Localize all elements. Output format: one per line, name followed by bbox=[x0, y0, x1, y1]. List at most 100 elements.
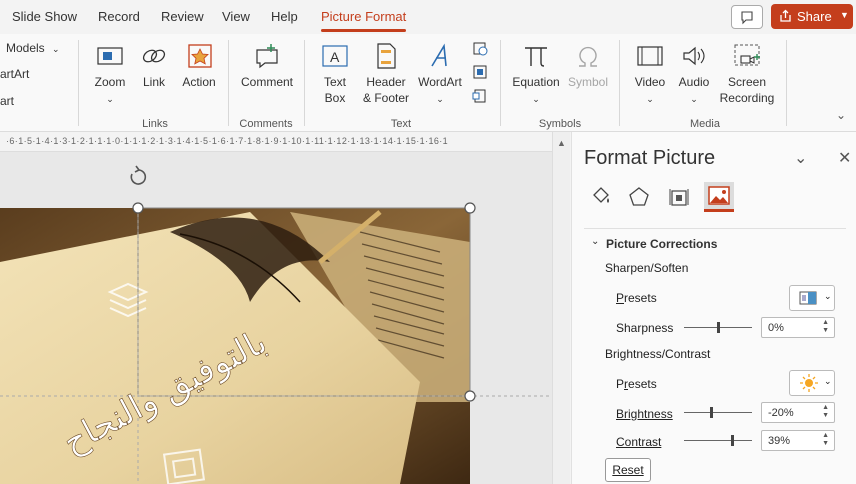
3d-models-button[interactable]: Models ⌄ bbox=[6, 41, 60, 55]
video-label: Video bbox=[634, 75, 666, 89]
rotate-handle-icon[interactable] bbox=[130, 165, 147, 185]
contrast-slider-thumb[interactable] bbox=[730, 435, 734, 446]
sun-icon bbox=[800, 374, 818, 392]
presets-first: P bbox=[616, 377, 625, 391]
contrast-value: 39% bbox=[768, 435, 791, 447]
brightness-spinner[interactable]: -20% ▲ ▼ bbox=[761, 402, 835, 423]
action-label: Action bbox=[182, 75, 216, 89]
text-box-label-1: Text bbox=[323, 75, 346, 89]
spin-arrows-icon[interactable]: ▲ ▼ bbox=[822, 404, 829, 420]
size-properties-icon bbox=[669, 189, 689, 206]
share-label: Share bbox=[797, 9, 832, 24]
slide-canvas[interactable]: بالتوفيق والنجاح bbox=[0, 152, 552, 484]
tab-slide-show[interactable]: Slide Show bbox=[12, 9, 77, 24]
share-button[interactable]: Share ▼ bbox=[771, 4, 853, 29]
share-icon bbox=[780, 9, 791, 22]
screen-recording-button[interactable]: Screen Recording bbox=[716, 42, 778, 106]
chart-button[interactable]: art bbox=[0, 94, 14, 108]
tab-record[interactable]: Record bbox=[98, 9, 140, 24]
chevron-down-icon: ⌄ bbox=[690, 94, 698, 104]
sharpness-spinner[interactable]: 0% ▲ ▼ bbox=[761, 317, 835, 338]
wordart-icon bbox=[431, 43, 447, 67]
chevron-down-icon: ⌄ bbox=[824, 291, 832, 301]
header-footer-button[interactable]: Header & Footer bbox=[358, 42, 414, 106]
divider bbox=[228, 40, 229, 126]
video-button[interactable]: Video ⌄ bbox=[630, 42, 670, 107]
smartart-button[interactable]: artArt bbox=[0, 67, 29, 81]
sharpen-preset-icon bbox=[799, 291, 817, 305]
slide-number-icon[interactable] bbox=[472, 64, 488, 80]
equation-button[interactable]: Equation ⌄ bbox=[508, 42, 564, 107]
contrast-label: Contrast bbox=[616, 435, 661, 449]
brightness-value: -20% bbox=[768, 407, 794, 419]
brightness-slider[interactable] bbox=[684, 412, 752, 413]
screen-recording-label-2: Recording bbox=[719, 91, 775, 105]
group-label-text: Text bbox=[390, 118, 412, 130]
paint-bucket-icon bbox=[593, 187, 609, 203]
text-box-button[interactable]: A Text Box bbox=[318, 42, 352, 106]
divider bbox=[304, 40, 305, 126]
scroll-up-icon[interactable]: ▲ bbox=[557, 138, 566, 148]
divider bbox=[500, 40, 501, 126]
tab-review[interactable]: Review bbox=[161, 9, 204, 24]
pi-icon bbox=[525, 47, 547, 67]
divider bbox=[584, 228, 846, 229]
tab-picture[interactable] bbox=[704, 182, 734, 212]
slide-picture[interactable]: بالتوفيق والنجاح bbox=[0, 152, 552, 484]
new-comment-icon bbox=[256, 44, 278, 69]
link-button[interactable]: Link bbox=[138, 42, 170, 90]
sharpen-presets-dropdown[interactable]: ⌄ bbox=[789, 285, 835, 311]
group-label-media: Media bbox=[690, 118, 720, 130]
resize-handle[interactable] bbox=[132, 202, 144, 214]
resize-handle[interactable] bbox=[464, 390, 476, 402]
tab-picture-format[interactable]: Picture Format bbox=[321, 9, 407, 32]
zoom-button[interactable]: Zoom ⌄ bbox=[90, 42, 130, 107]
film-icon bbox=[637, 46, 663, 66]
vertical-scrollbar[interactable]: ▲ bbox=[552, 132, 570, 484]
action-button[interactable]: Action bbox=[179, 42, 219, 90]
section-picture-corrections[interactable]: Picture Corrections bbox=[606, 237, 717, 251]
collapse-ribbon-icon[interactable]: ⌄ bbox=[836, 108, 846, 122]
divider bbox=[786, 40, 787, 126]
chevron-down-icon: ⌄ bbox=[106, 94, 114, 104]
collapse-chevron-icon[interactable]: ⌄ bbox=[591, 236, 599, 247]
spin-arrows-icon[interactable]: ▲ ▼ bbox=[822, 432, 829, 448]
chevron-down-icon: ⌄ bbox=[52, 44, 60, 54]
symbol-label: Symbol bbox=[567, 75, 608, 89]
sharpness-value: 0% bbox=[768, 322, 784, 334]
new-comment-button[interactable]: Comment bbox=[238, 42, 296, 90]
symbol-button[interactable]: Symbol bbox=[566, 42, 610, 90]
object-icon[interactable] bbox=[472, 88, 488, 104]
brightness-presets-dropdown[interactable]: ⌄ bbox=[789, 370, 835, 396]
tab-fill-line[interactable] bbox=[586, 182, 616, 212]
wordart-button[interactable]: WordArt ⌄ bbox=[414, 42, 466, 107]
tab-effects[interactable] bbox=[624, 182, 654, 212]
header-footer-label-2: & Footer bbox=[362, 91, 410, 105]
horizontal-ruler: ·6·1·5·1·4·1·3·1·2·1·1·1·0·1·1·1·2·1·3·1… bbox=[0, 132, 552, 152]
text-small-buttons bbox=[472, 40, 490, 104]
audio-button[interactable]: Audio ⌄ bbox=[674, 42, 714, 107]
presets-rest: resets bbox=[624, 291, 657, 305]
contrast-spinner[interactable]: 39% ▲ ▼ bbox=[761, 430, 835, 451]
tab-help[interactable]: Help bbox=[271, 9, 298, 24]
contrast-slider[interactable] bbox=[684, 440, 752, 441]
pane-options-chevron-icon[interactable]: ⌄ bbox=[794, 148, 807, 168]
chevron-down-icon: ⌄ bbox=[532, 94, 540, 104]
sharpness-slider-thumb[interactable] bbox=[717, 322, 720, 333]
brightness-slider-thumb[interactable] bbox=[710, 407, 714, 418]
audio-label: Audio bbox=[678, 75, 710, 89]
tab-view[interactable]: View bbox=[222, 9, 250, 24]
reset-button[interactable]: Reset bbox=[605, 458, 651, 482]
resize-handle[interactable] bbox=[464, 202, 476, 214]
spin-arrows-icon[interactable]: ▲ ▼ bbox=[822, 319, 829, 335]
chevron-down-icon: ▼ bbox=[840, 10, 849, 20]
close-icon[interactable]: ✕ bbox=[838, 148, 851, 168]
group-label-comments: Comments bbox=[239, 118, 293, 130]
comments-button[interactable] bbox=[731, 5, 763, 29]
ribbon: Models ⌄ artArt art Zoom ⌄ Link Action L… bbox=[0, 34, 856, 132]
header-footer-icon bbox=[377, 43, 396, 69]
3d-models-label: Models bbox=[6, 41, 45, 55]
tab-size-properties[interactable] bbox=[664, 182, 694, 212]
chevron-down-icon: ⌄ bbox=[646, 94, 654, 104]
date-time-icon[interactable] bbox=[472, 40, 488, 56]
